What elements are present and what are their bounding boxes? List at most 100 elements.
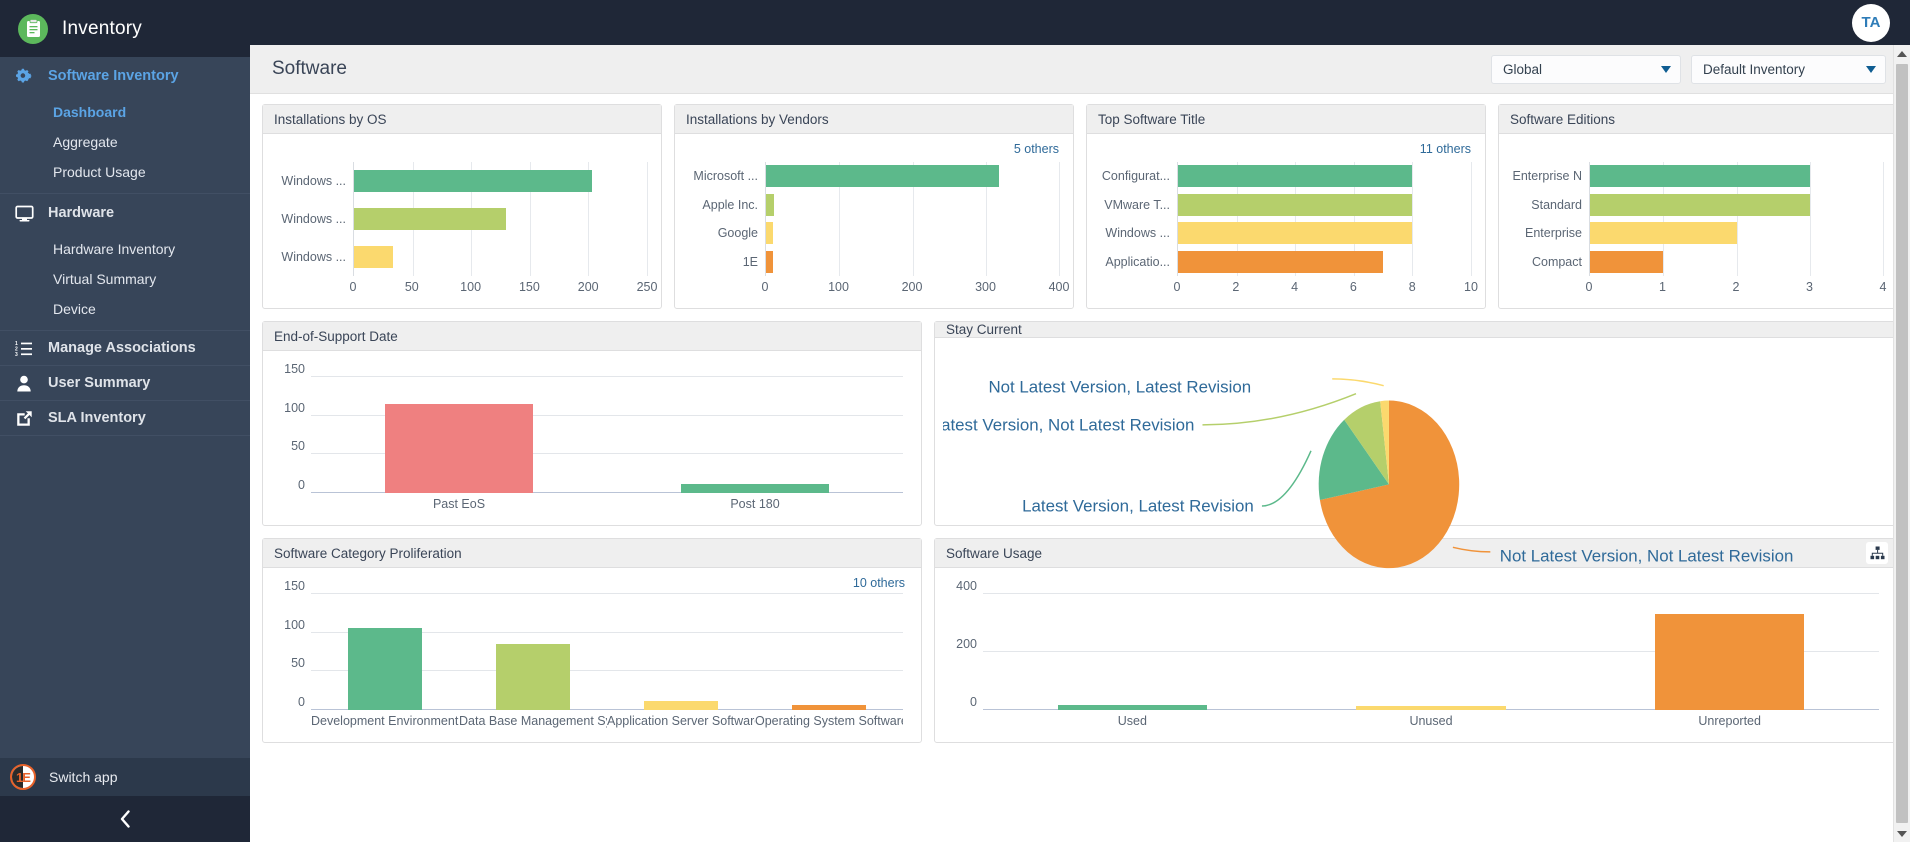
chart-installations-by-vendors[interactable]: 5 others Microsoft ... Apple Inc. Google 1E 0… [683, 140, 1069, 304]
switch-app-button[interactable]: 1E Switch app [0, 758, 250, 796]
vertical-scrollbar[interactable] [1893, 45, 1910, 842]
chart-software-category-proliferation[interactable]: 10 others 0 50 100 150 Development Environmen… [271, 574, 913, 738]
bar[interactable] [1178, 165, 1413, 188]
axis-tick-label: 8 [1408, 280, 1416, 294]
panel-body: 0 50 100 150 Past EoS Post 180 [263, 351, 921, 525]
bar[interactable] [1057, 704, 1207, 710]
category-label: Configurat... [1101, 169, 1170, 184]
dashboard-content: Installations by OS Windows ... Windows .… [250, 94, 1910, 842]
sidebar-subitem-label: Dashboard [53, 104, 127, 120]
others-link[interactable]: 5 others [1014, 142, 1059, 156]
panel-top-software-title: Top Software Title 11 others Configurat..… [1086, 104, 1486, 309]
panel-title: Top Software Title [1098, 111, 1206, 127]
bar[interactable] [681, 483, 829, 493]
scrollbar-thumb[interactable] [1896, 64, 1908, 823]
panel-software-editions: Software Editions Enterprise N Standard En… [1498, 104, 1898, 309]
bar[interactable] [1590, 165, 1810, 188]
main-area: TA Software Global Default Inventory Ins… [250, 0, 1910, 842]
bar[interactable] [1356, 705, 1506, 710]
user-icon [10, 375, 38, 392]
sidebar-item-software-inventory[interactable]: Software Inventory [0, 57, 250, 95]
bar[interactable] [1178, 250, 1384, 273]
bar[interactable] [1655, 614, 1805, 710]
inventory-select-value: Default Inventory [1703, 61, 1806, 77]
main-navigation: Software Inventory Dashboard Aggregate P… [0, 57, 250, 758]
bar[interactable] [1590, 193, 1810, 216]
bar[interactable] [496, 644, 570, 710]
axis-tick-label: 100 [284, 617, 305, 632]
sidebar-item-hardware[interactable]: Hardware [0, 194, 250, 232]
chart-installations-by-os[interactable]: Windows ... Windows ... Windows ... 0 50 100 1… [271, 140, 657, 304]
category-labels: Configurat... VMware T... Windows ... Appli… [1095, 162, 1177, 276]
axis-tick-label: 150 [284, 579, 305, 593]
axis-tick-label: 200 [577, 280, 599, 294]
sidebar-collapse-button[interactable] [0, 796, 250, 842]
pie-label: Not Latest Version, Not Latest Revision [1500, 546, 1794, 565]
bar-series [983, 594, 1879, 710]
bar[interactable] [354, 208, 507, 230]
bar[interactable] [766, 165, 999, 188]
others-link[interactable]: 11 others [1420, 142, 1471, 156]
bar[interactable] [1590, 222, 1737, 245]
sidebar: Inventory Software Inventory Dashboard A… [0, 0, 250, 842]
nav-sublist-software-inventory: Dashboard Aggregate Product Usage [0, 95, 250, 193]
panel-title: Installations by Vendors [686, 111, 829, 127]
bar[interactable] [354, 246, 393, 268]
sidebar-item-user-summary[interactable]: User Summary [0, 366, 250, 400]
brand-header: Inventory [0, 0, 250, 57]
chart-end-of-support-date[interactable]: 0 50 100 150 Past EoS Post 180 [271, 357, 913, 521]
bar[interactable] [1590, 250, 1664, 273]
chart-top-software-title[interactable]: 11 others Configurat... VMware T... Windows… [1095, 140, 1478, 304]
bar[interactable] [766, 193, 775, 216]
sidebar-subitem-label: Hardware Inventory [53, 241, 176, 257]
panel-installations-by-os: Installations by OS Windows ... Windows .… [262, 104, 662, 309]
category-label: Enterprise N [1512, 169, 1582, 184]
chart-software-usage[interactable]: 0 200 400 Used Unused Unreported [943, 574, 1889, 738]
bar[interactable] [385, 404, 533, 493]
bar[interactable] [644, 700, 718, 710]
bar-series [311, 594, 903, 710]
scroll-down-arrow-icon[interactable] [1894, 825, 1910, 842]
sidebar-subitem-label: Device [53, 301, 96, 317]
category-label: Apple Inc. [702, 197, 758, 212]
bar-series [311, 377, 903, 493]
bars-area [1589, 162, 1884, 276]
inventory-select[interactable]: Default Inventory [1691, 54, 1886, 84]
bar[interactable] [354, 170, 592, 192]
sidebar-item-dashboard[interactable]: Dashboard [0, 97, 250, 127]
bars-area [765, 162, 1060, 276]
category-label: Microsoft ... [693, 169, 758, 184]
chart-software-editions[interactable]: Enterprise N Standard Enterprise Compact 0 1 2… [1507, 140, 1889, 304]
bar[interactable] [766, 250, 774, 273]
category-label: Standard [1531, 197, 1582, 212]
axis-tick-label: 100 [460, 280, 482, 294]
category-label: Enterprise [1525, 226, 1582, 241]
sidebar-item-manage-associations[interactable]: 1 2 3 Manage Associations [0, 331, 250, 365]
sidebar-item-device[interactable]: Device [0, 294, 250, 324]
page-title: Software [272, 58, 347, 79]
bar[interactable] [766, 222, 773, 245]
bar[interactable] [348, 628, 422, 710]
axis-tick-label: 0 [1173, 280, 1181, 294]
sidebar-item-virtual-summary[interactable]: Virtual Summary [0, 264, 250, 294]
category-label: Windows ... [281, 174, 346, 188]
avatar[interactable]: TA [1852, 3, 1890, 42]
y-axis: 0 50 100 150 [271, 362, 311, 493]
sidebar-item-hardware-inventory[interactable]: Hardware Inventory [0, 234, 250, 264]
bar[interactable] [1178, 222, 1413, 245]
sidebar-item-sla-inventory[interactable]: SLA Inventory [0, 401, 250, 435]
axis-tick-label: Application Server Software [607, 714, 755, 728]
bar-series [766, 162, 1059, 276]
dashboard-row-3: Software Category Proliferation 10 other… [262, 538, 1898, 743]
dashboard-row-1: Installations by OS Windows ... Windows .… [262, 104, 1898, 309]
sidebar-item-aggregate[interactable]: Aggregate [0, 127, 250, 157]
ordered-list-icon: 1 2 3 [10, 340, 38, 356]
others-link[interactable]: 10 others [853, 576, 905, 590]
sidebar-item-product-usage[interactable]: Product Usage [0, 157, 250, 187]
x-axis: Development Environment ... Data Base Man… [311, 714, 903, 734]
bar[interactable] [792, 704, 866, 710]
scroll-up-arrow-icon[interactable] [1894, 45, 1910, 62]
bar[interactable] [1178, 193, 1413, 216]
panel-header: Software Editions [1499, 105, 1897, 134]
scope-select[interactable]: Global [1491, 54, 1681, 84]
